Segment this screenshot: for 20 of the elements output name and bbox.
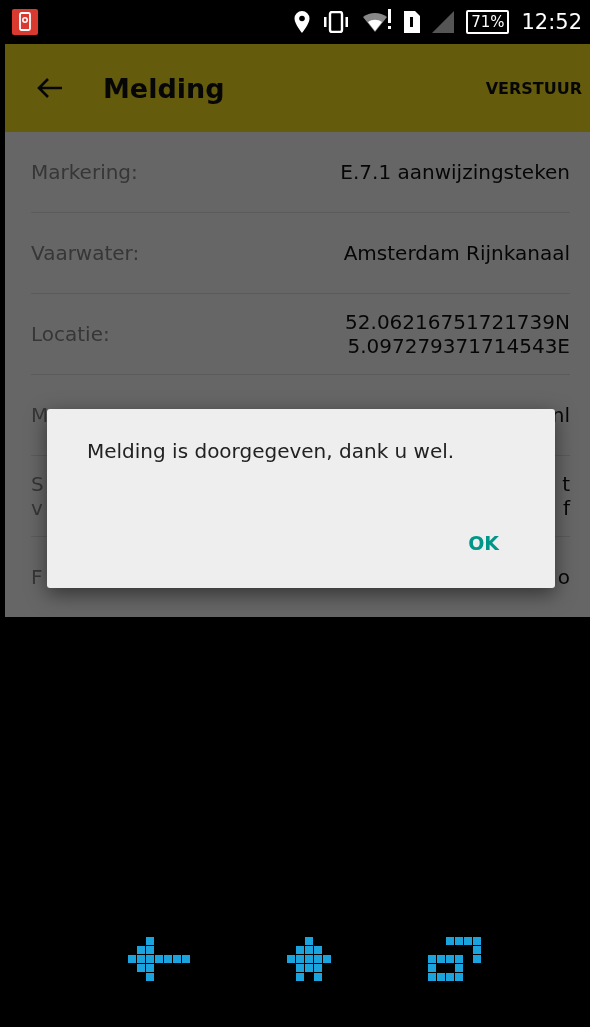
ok-button[interactable]: OK xyxy=(462,528,505,558)
home-icon[interactable] xyxy=(287,937,332,982)
location-pin-icon xyxy=(294,11,311,33)
screen-title: Melding xyxy=(103,72,226,104)
field-value: o xyxy=(557,565,570,589)
field-value: Amsterdam Rijnkanaal xyxy=(343,241,570,265)
signal-icon xyxy=(432,11,455,33)
back-icon[interactable] xyxy=(128,937,191,982)
back-arrow-icon[interactable] xyxy=(37,77,63,99)
send-button[interactable]: VERSTUUR xyxy=(485,72,582,104)
dialog-message: Melding is doorgegeven, dank u wel. xyxy=(86,438,456,465)
clock-time: 12:52 xyxy=(521,10,582,34)
vibrate-icon xyxy=(322,11,351,33)
recent-apps-icon[interactable] xyxy=(428,937,482,982)
field-value: 52.06216751721739N 5.097279371714543E xyxy=(345,310,570,358)
battery-level: 71% xyxy=(466,10,510,34)
field-value: t f xyxy=(562,472,570,520)
sim-card-icon xyxy=(404,11,421,33)
notification-icon xyxy=(12,9,38,35)
field-value: E.7.1 aanwijzingsteken xyxy=(340,160,570,184)
